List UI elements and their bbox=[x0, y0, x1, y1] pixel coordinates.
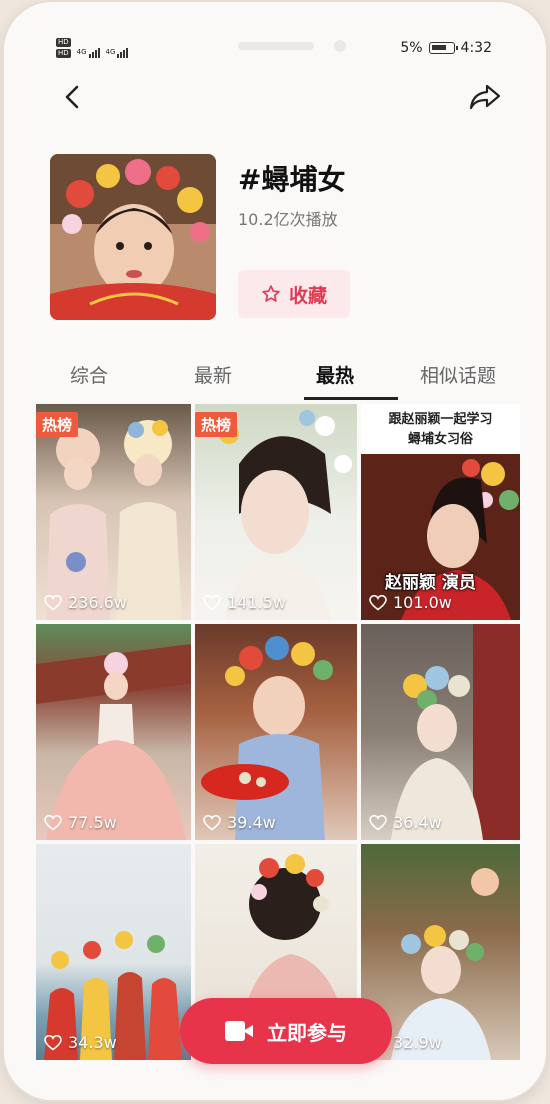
video-card[interactable]: 跟赵丽颖一起学习 蟳埔女习俗 赵丽颖 演员 101.0w bbox=[361, 404, 520, 620]
like-count: 34.3w bbox=[44, 1033, 117, 1052]
heart-outline-icon bbox=[203, 814, 221, 831]
heart-outline-icon bbox=[203, 594, 221, 611]
topic-title: #蟳埔女 bbox=[238, 163, 346, 196]
video-thumbnail bbox=[36, 644, 191, 840]
share-button[interactable] bbox=[468, 82, 502, 112]
like-count: 141.5w bbox=[203, 593, 286, 612]
status-left: HD HD 4G 4G bbox=[56, 38, 129, 58]
heart-outline-icon bbox=[44, 1034, 62, 1051]
signal-icon: 4G bbox=[106, 48, 129, 58]
topic-play-count: 10.2亿次播放 bbox=[238, 210, 338, 229]
video-overlay-label: 赵丽颖 演员 bbox=[385, 573, 476, 593]
favorite-button[interactable]: 收藏 bbox=[238, 270, 350, 318]
front-camera bbox=[334, 40, 346, 52]
tab-hottest[interactable]: 最热 bbox=[316, 361, 354, 388]
phone-screen: HD HD 4G 4G 5% 4:32 #蟳埔女 10.2亿次播放 收藏 综合 … bbox=[4, 2, 546, 1100]
like-count: 101.0w bbox=[369, 593, 452, 612]
battery-icon bbox=[428, 42, 458, 54]
status-bar: HD HD 4G 4G 5% 4:32 bbox=[4, 2, 546, 82]
video-card[interactable]: 36.4w bbox=[361, 624, 520, 840]
caption-line: 跟赵丽颖一起学习 bbox=[388, 412, 493, 427]
join-now-button[interactable]: 立即参与 bbox=[180, 998, 392, 1064]
battery-percent: 5% bbox=[400, 40, 423, 56]
like-count-value: 101.0w bbox=[393, 593, 452, 612]
heart-outline-icon bbox=[44, 814, 62, 831]
tab-latest[interactable]: 最新 bbox=[194, 361, 232, 388]
network-label: 4G bbox=[76, 48, 87, 56]
video-camera-icon bbox=[225, 1021, 253, 1041]
video-card[interactable]: 34.3w bbox=[36, 844, 191, 1060]
active-tab-indicator bbox=[304, 397, 398, 400]
star-outline-icon bbox=[262, 285, 280, 302]
tab-comprehensive[interactable]: 综合 bbox=[70, 361, 108, 388]
join-now-label: 立即参与 bbox=[267, 1020, 347, 1045]
heart-outline-icon bbox=[369, 594, 387, 611]
chevron-left-icon bbox=[65, 85, 79, 109]
back-button[interactable] bbox=[58, 82, 88, 112]
hd-icon: HD bbox=[56, 49, 71, 58]
video-caption-banner: 跟赵丽颖一起学习 蟳埔女习俗 bbox=[361, 404, 520, 454]
like-count-value: 32.9w bbox=[393, 1033, 442, 1052]
share-arrow-icon bbox=[469, 84, 501, 110]
like-count-value: 36.4w bbox=[393, 813, 442, 832]
like-count: 39.4w bbox=[203, 813, 276, 832]
hd-indicators: HD HD bbox=[56, 38, 71, 58]
like-count: 236.6w bbox=[44, 593, 127, 612]
like-count-value: 34.3w bbox=[68, 1033, 117, 1052]
signal-icon: 4G bbox=[77, 48, 100, 58]
like-count: 36.4w bbox=[369, 813, 442, 832]
like-count-value: 39.4w bbox=[227, 813, 276, 832]
video-thumbnail bbox=[201, 636, 333, 840]
like-count-value: 236.6w bbox=[68, 593, 127, 612]
cover-illustration bbox=[50, 154, 216, 320]
hot-list-badge: 热榜 bbox=[195, 412, 238, 437]
favorite-label: 收藏 bbox=[288, 284, 327, 307]
hot-list-badge: 热榜 bbox=[36, 412, 79, 437]
like-count-value: 141.5w bbox=[227, 593, 286, 612]
like-count-value: 77.5w bbox=[68, 813, 117, 832]
like-count: 77.5w bbox=[44, 813, 117, 832]
tab-bar: 综合 最新 最热 相似话题 bbox=[4, 347, 546, 403]
heart-outline-icon bbox=[369, 814, 387, 831]
video-card[interactable]: 77.5w bbox=[36, 624, 191, 840]
hd-icon: HD bbox=[56, 38, 71, 47]
video-card[interactable]: 39.4w bbox=[195, 624, 357, 840]
video-thumbnail bbox=[44, 931, 182, 1060]
video-card[interactable]: 热榜 236.6w bbox=[36, 404, 191, 620]
tab-similar-topics[interactable]: 相似话题 bbox=[420, 361, 496, 388]
speaker-pill bbox=[238, 42, 314, 50]
clock: 4:32 bbox=[460, 40, 492, 56]
video-thumbnail bbox=[391, 624, 520, 840]
heart-outline-icon bbox=[44, 594, 62, 611]
status-right: 5% 4:32 bbox=[400, 40, 492, 56]
caption-line: 蟳埔女习俗 bbox=[407, 432, 473, 447]
network-label: 4G bbox=[105, 48, 116, 56]
video-card[interactable]: 热榜 141.5w bbox=[195, 404, 357, 620]
topic-cover-image bbox=[50, 154, 216, 320]
